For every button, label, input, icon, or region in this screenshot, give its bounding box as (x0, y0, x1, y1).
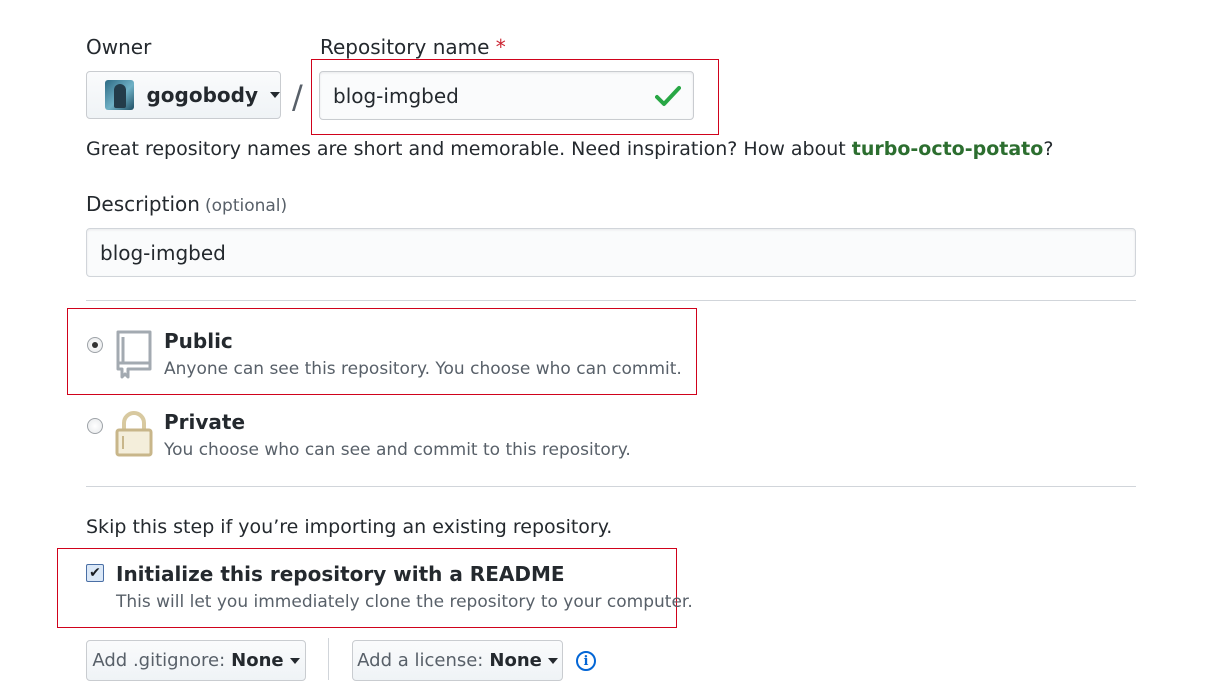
check-icon (655, 86, 681, 106)
avatar (105, 80, 135, 110)
radio-private[interactable] (87, 418, 103, 434)
owner-select-button[interactable]: gogobody (86, 71, 281, 119)
divider (86, 486, 1136, 487)
chevron-down-icon (289, 657, 300, 664)
select-divider (328, 638, 329, 680)
chevron-down-icon (270, 92, 280, 98)
readme-title: Initialize this repository with a README (116, 562, 565, 586)
divider (86, 300, 1136, 301)
license-value: None (489, 650, 542, 671)
readme-desc: This will let you immediately clone the … (116, 592, 693, 612)
description-label: Description (optional) (86, 192, 287, 216)
required-mark: * (495, 35, 506, 59)
info-icon[interactable]: i (576, 651, 596, 671)
repo-name-value: blog-imgbed (333, 83, 459, 108)
public-highlight (67, 308, 697, 395)
skip-step-text: Skip this step if you’re importing an ex… (86, 516, 613, 538)
optional-note: (optional) (205, 196, 288, 216)
owner-repo-separator: / (292, 78, 303, 116)
name-hint-suffix: ? (1043, 138, 1054, 160)
repo-name-input[interactable]: blog-imgbed (319, 71, 694, 120)
name-suggestion-link[interactable]: turbo-octo-potato (852, 138, 1044, 160)
public-title: Public (164, 329, 233, 353)
description-label-text: Description (86, 192, 200, 216)
owner-label: Owner (86, 35, 152, 59)
repo-book-icon (116, 330, 152, 379)
description-input[interactable]: blog-imgbed (86, 228, 1136, 277)
private-desc: You choose who can see and commit to thi… (164, 440, 631, 460)
gitignore-select-button[interactable]: Add .gitignore: None (86, 640, 306, 681)
license-label: Add a license: (357, 650, 484, 671)
name-hint-text: Great repository names are short and mem… (86, 138, 852, 160)
public-desc: Anyone can see this repository. You choo… (164, 359, 682, 379)
private-title: Private (164, 410, 246, 434)
gitignore-label: Add .gitignore: (92, 650, 226, 671)
owner-name: gogobody (146, 83, 258, 107)
repo-name-label: Repository name * (320, 35, 506, 59)
repo-name-label-text: Repository name (320, 35, 490, 59)
readme-checkbox[interactable]: ✔ (86, 564, 104, 582)
readme-highlight (57, 548, 677, 628)
radio-public[interactable] (87, 337, 103, 353)
name-hint: Great repository names are short and mem… (86, 138, 1053, 160)
gitignore-value: None (231, 650, 284, 671)
lock-icon (115, 411, 153, 457)
license-select-button[interactable]: Add a license: None (352, 640, 563, 681)
description-value: blog-imgbed (100, 240, 226, 265)
chevron-down-icon (547, 657, 558, 664)
checkmark-icon: ✔ (89, 565, 101, 581)
